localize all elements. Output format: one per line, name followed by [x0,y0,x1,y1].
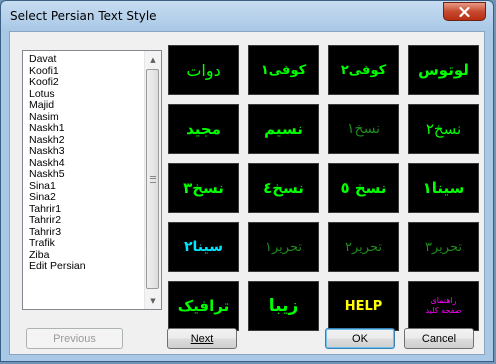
style-tile-label: نسخ٢ [425,120,462,138]
list-item[interactable]: Naskh5 [29,168,144,181]
list-item[interactable]: Davat [29,53,144,66]
style-tile-label: تحریر٣ [425,239,462,255]
previous-button-label: Previous [53,332,96,345]
style-tile-label: راهنمای صفحه کلید [425,295,462,315]
list-item[interactable]: Naskh1 [29,122,144,135]
style-preview-grid: دوات کوفی١ کوفی٢ لوتوس مجید نسیم نسخ١ نسخ٢ نسخ٣ ن… [168,45,479,331]
style-tile-label: نسخ١ [347,121,380,137]
style-tile[interactable]: نسخ١ [328,104,399,154]
title-bar[interactable]: Select Persian Text Style [1,1,493,31]
cancel-button[interactable]: Cancel [404,328,474,349]
previous-button[interactable]: Previous [26,328,123,349]
scroll-thumb[interactable] [146,69,159,289]
style-tile[interactable]: نسخ٢ [408,104,479,154]
style-tile[interactable]: کوفی٢ [328,45,399,95]
style-tile-label: سینا٢ [184,239,224,255]
style-tile-label: زیبا [268,296,299,316]
style-tile[interactable]: لوتوس [408,45,479,95]
style-tile[interactable]: راهنمای صفحه کلید [408,281,479,331]
close-icon [459,6,470,17]
dialog-client-area: Davat Koofi1 Koofi2 Lotus Majid Nasim Naskh1 Na… [9,31,485,355]
close-button[interactable] [443,2,486,21]
style-tile-label: ترافیک [177,297,230,315]
next-button[interactable]: Next [167,328,237,349]
style-tile[interactable]: کوفی١ [248,45,319,95]
list-item[interactable]: Sina2 [29,191,144,204]
style-tile[interactable]: زیبا [248,281,319,331]
style-tile-label: تحریر١ [265,239,302,255]
style-tile-label: HELP [344,298,383,314]
ok-button-label: OK [352,332,368,345]
arrow-up-icon: ▲ [150,55,156,64]
style-listbox[interactable]: Davat Koofi1 Koofi2 Lotus Majid Nasim Naskh1 Na… [22,50,162,310]
style-tile-label: کوفی٢ [340,62,387,78]
style-tile-label: نسیم [264,120,303,138]
arrow-down-icon: ▼ [150,296,156,305]
style-tile[interactable]: دوات [168,45,239,95]
style-tile-label: لوتوس [418,61,469,79]
cancel-button-label: Cancel [421,332,457,345]
list-scrollbar[interactable]: ▲ ▼ [144,51,161,309]
style-list: Davat Koofi1 Koofi2 Lotus Majid Nasim Naskh1 Na… [29,53,144,273]
style-tile[interactable]: نسیم [248,104,319,154]
style-tile-label: تحریر٢ [345,239,382,255]
window-title: Select Persian Text Style [10,9,157,23]
style-tile[interactable]: ترافیک [168,281,239,331]
style-tile-label: مجید [186,120,221,138]
style-tile[interactable]: تحریر١ [248,222,319,272]
grip-icon [149,175,156,183]
scroll-down-button[interactable]: ▼ [145,292,161,309]
dialog-window: Select Persian Text Style Davat Koofi1 Koo… [0,0,494,362]
style-tile[interactable]: HELP [328,281,399,331]
style-tile[interactable]: نسخ٤ [248,163,319,213]
style-tile-label: سینا١ [422,179,465,197]
style-tile[interactable]: تحریر٣ [408,222,479,272]
list-item[interactable]: Koofi2 [29,76,144,89]
style-tile[interactable]: مجید [168,104,239,154]
list-item[interactable]: Trafik [29,237,144,250]
style-tile[interactable]: نسخ ٥ [328,163,399,213]
style-tile[interactable]: سینا٢ [168,222,239,272]
next-button-label: Next [190,332,214,345]
style-tile[interactable]: نسخ٣ [168,163,239,213]
scroll-up-button[interactable]: ▲ [145,51,161,68]
style-tile[interactable]: سینا١ [408,163,479,213]
list-item[interactable]: Naskh3 [29,145,144,158]
style-tile-label: دوات [186,60,221,80]
style-tile-label: نسخ٤ [263,179,304,197]
style-tile-label: نسخ ٥ [340,179,387,197]
ok-button[interactable]: OK [325,328,395,349]
style-tile-label: کوفی١ [260,62,307,78]
style-tile[interactable]: تحریر٢ [328,222,399,272]
list-item[interactable]: Edit Persian [29,260,144,273]
list-item[interactable]: Majid [29,99,144,112]
list-item[interactable]: Tahrir2 [29,214,144,227]
style-tile-label: نسخ٣ [183,179,224,197]
